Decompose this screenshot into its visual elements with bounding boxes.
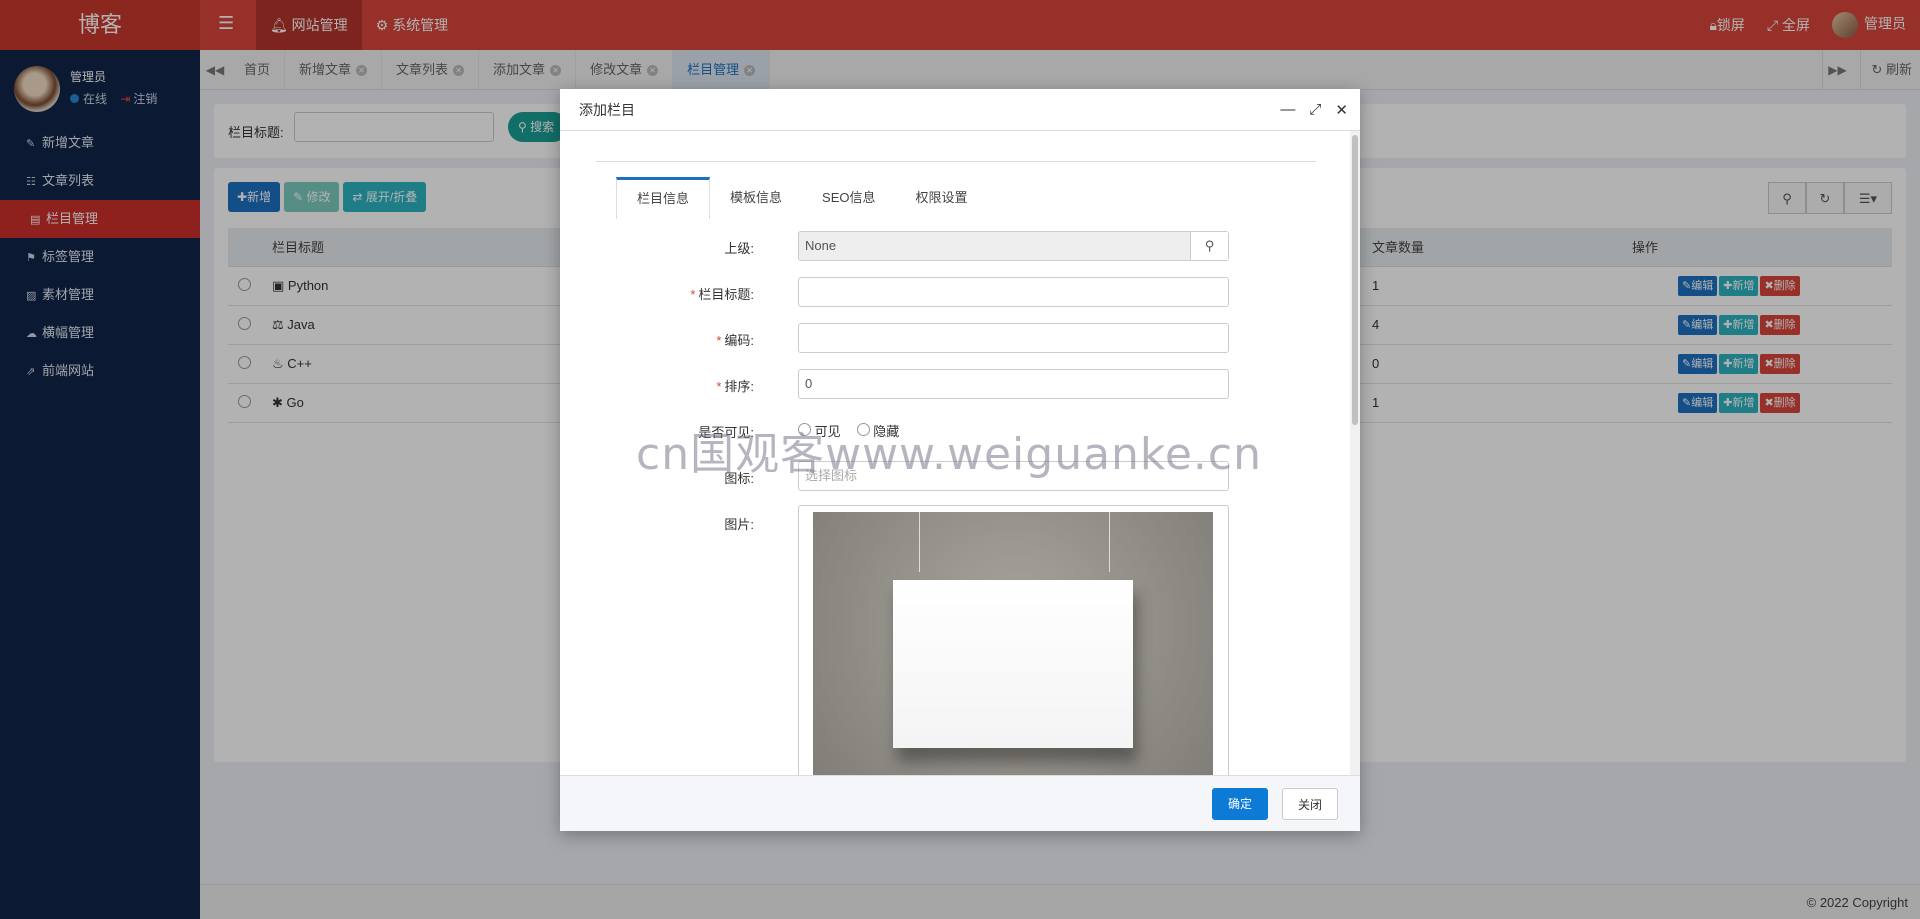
order-label-text: 排序: xyxy=(724,379,754,394)
watermark: cn国观客www.weiguanke.cn xyxy=(636,429,1262,480)
required-mark: * xyxy=(716,333,722,348)
form-row-parent: 上级: None ⚲ xyxy=(560,231,1360,261)
required-mark: * xyxy=(690,287,696,302)
title-label: * 栏目标题: xyxy=(690,284,754,303)
order-field[interactable]: 0 xyxy=(798,369,1229,399)
hanging-wire xyxy=(919,512,920,572)
tab-permissions[interactable]: 权限设置 xyxy=(896,177,988,219)
parent-value: None xyxy=(805,238,837,253)
title-label-text: 栏目标题: xyxy=(698,287,754,302)
blank-paper xyxy=(893,580,1133,748)
form-row-title: * 栏目标题: xyxy=(560,277,1360,307)
code-label: * 编码: xyxy=(716,330,754,349)
close-icon[interactable]: ✕ xyxy=(1335,101,1348,119)
parent-label: 上级: xyxy=(724,241,754,256)
tab-template-info[interactable]: 模板信息 xyxy=(710,177,802,219)
code-label-text: 编码: xyxy=(724,333,754,348)
image-preview xyxy=(813,512,1213,775)
maximize-icon[interactable]: ⤢ xyxy=(1309,101,1321,119)
form-row-order: * 排序: 0 xyxy=(560,369,1360,399)
image-label: 图片: xyxy=(724,517,754,532)
order-label: * 排序: xyxy=(716,376,754,395)
hanging-wire xyxy=(1109,512,1110,572)
search-icon[interactable]: ⚲ xyxy=(1190,232,1228,260)
dialog-footer: 确定 关闭 xyxy=(560,775,1360,831)
image-upload[interactable] xyxy=(798,505,1229,775)
confirm-button[interactable]: 确定 xyxy=(1212,788,1268,820)
tab-seo-info[interactable]: SEO信息 xyxy=(802,177,895,219)
dialog-controls: — ⤢ ✕ xyxy=(1280,101,1348,119)
scrollbar-thumb[interactable] xyxy=(1352,135,1358,425)
dialog-scrollbar[interactable] xyxy=(1350,131,1360,775)
code-field[interactable] xyxy=(798,323,1229,353)
divider xyxy=(596,161,1316,162)
dialog-tabs: 栏目信息 模板信息 SEO信息 权限设置 xyxy=(616,177,988,219)
form-row-code: * 编码: xyxy=(560,323,1360,353)
dialog-title: 添加栏目 xyxy=(560,89,1360,131)
required-mark: * xyxy=(716,379,722,394)
title-field[interactable] xyxy=(798,277,1229,307)
tab-category-info[interactable]: 栏目信息 xyxy=(616,177,711,219)
close-button[interactable]: 关闭 xyxy=(1282,788,1338,820)
minimize-icon[interactable]: — xyxy=(1280,101,1295,119)
parent-field[interactable]: None ⚲ xyxy=(798,231,1229,261)
